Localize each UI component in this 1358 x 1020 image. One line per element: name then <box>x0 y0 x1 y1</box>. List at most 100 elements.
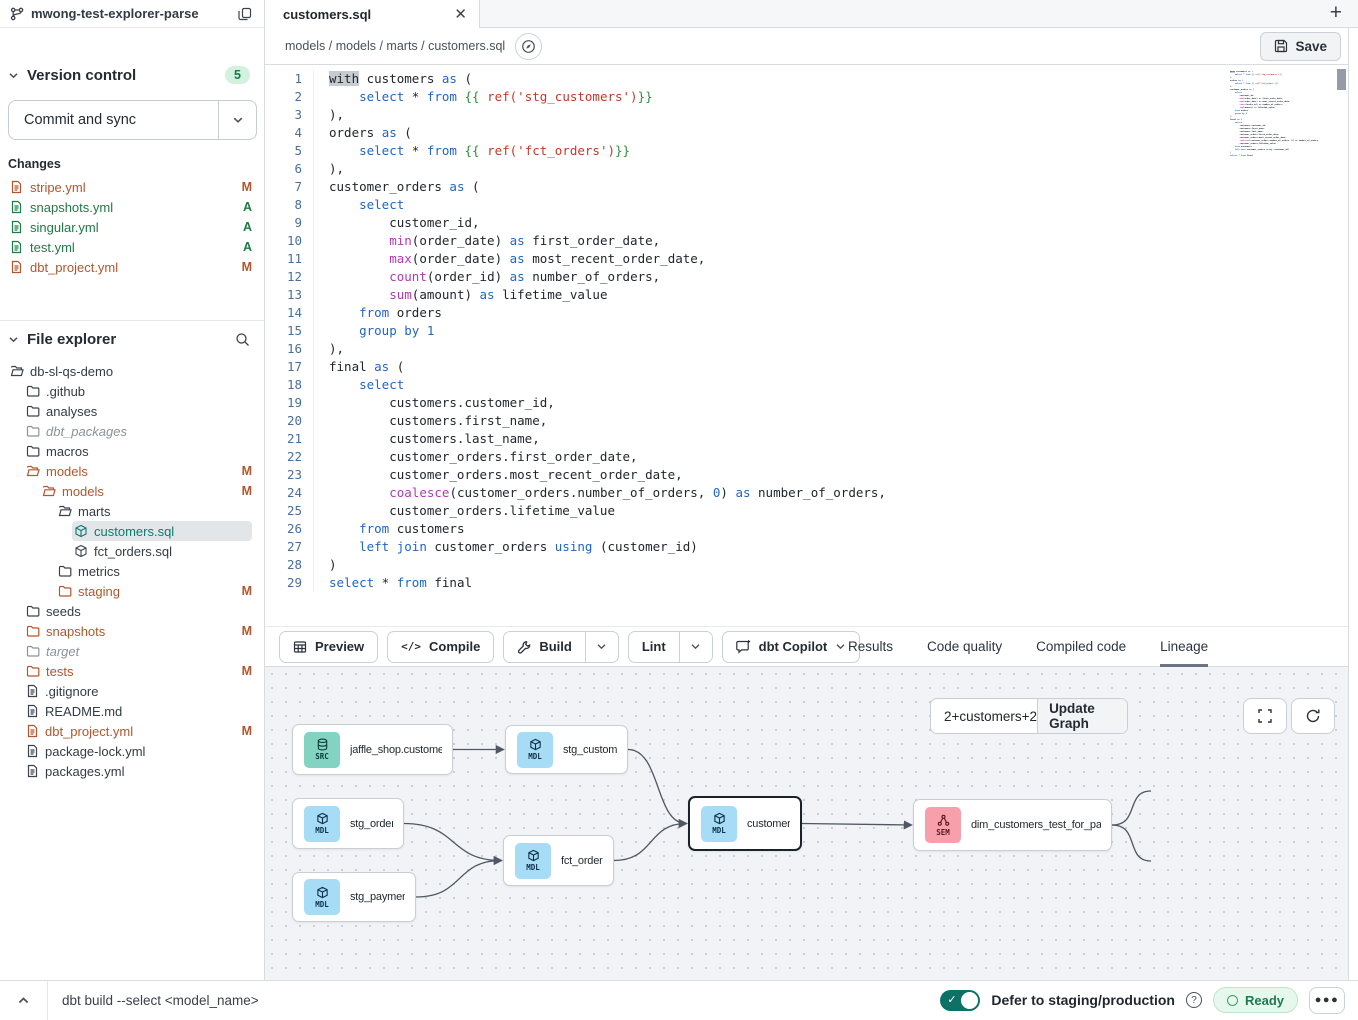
collapse-panel-button[interactable] <box>0 981 48 1020</box>
editor-scrollbar[interactable] <box>1337 69 1346 90</box>
tree-item-customers-sql[interactable]: customers.sql <box>0 521 264 541</box>
new-tab-button[interactable]: + <box>1330 1 1342 25</box>
code-line[interactable]: customers.first_name, <box>329 412 1218 430</box>
code-line[interactable]: customers.last_name, <box>329 430 1218 448</box>
more-options-button[interactable]: ●●● <box>1309 987 1345 1014</box>
lint-button[interactable]: Lint <box>628 631 713 663</box>
code-line[interactable]: with customers as ( <box>329 70 1218 88</box>
version-control-header[interactable]: Version control 5 <box>0 60 264 90</box>
build-button[interactable]: Build <box>503 631 619 663</box>
tree-item-db-sl-qs-demo[interactable]: db-sl-qs-demo <box>0 361 264 381</box>
change-row[interactable]: test.yml A <box>0 237 264 257</box>
minimap[interactable]: with customers as ( select * from {{ ref… <box>1230 71 1340 161</box>
compile-button[interactable]: </> Compile <box>387 631 494 663</box>
tree-item-macros[interactable]: macros <box>0 441 264 461</box>
lineage-node-dim-customers-test-for-parse[interactable]: SEM dim_customers_test_for_parse <box>913 799 1112 851</box>
code-editor[interactable]: 1234567891011121314151617181920212223242… <box>265 66 1348 615</box>
code-line[interactable]: customer_orders.first_order_date, <box>329 448 1218 466</box>
code-line[interactable]: group by 1 <box>329 322 1218 340</box>
ready-status-badge[interactable]: Ready <box>1213 987 1298 1013</box>
code-line[interactable]: from orders <box>329 304 1218 322</box>
code-line[interactable]: max(order_date) as most_recent_order_dat… <box>329 250 1218 268</box>
build-options-segment[interactable] <box>585 632 618 662</box>
lineage-node-fct-orders[interactable]: MDL fct_orders <box>503 835 614 886</box>
tab-lineage[interactable]: Lineage <box>1160 626 1208 667</box>
update-graph-button[interactable]: Update Graph <box>1037 699 1127 733</box>
tree-item-analyses[interactable]: analyses <box>0 401 264 421</box>
tree-item-models[interactable]: modelsM <box>0 481 264 501</box>
tab-customers-sql[interactable]: customers.sql ✕ <box>265 0 480 28</box>
tab-compiled-code[interactable]: Compiled code <box>1036 626 1126 667</box>
code-line[interactable]: left join customer_orders using (custome… <box>329 538 1218 556</box>
lineage-selector-value[interactable]: 2+customers+2 <box>931 699 1037 733</box>
close-icon[interactable]: ✕ <box>454 7 467 22</box>
tab-results[interactable]: Results <box>848 626 893 667</box>
tree-item-seeds[interactable]: seeds <box>0 601 264 621</box>
tree-item-staging[interactable]: stagingM <box>0 581 264 601</box>
lineage-node-jaffle-shop-customers[interactable]: SRC jaffle_shop.customers <box>292 724 453 775</box>
dbt-copilot-button[interactable]: dbt Copilot <box>722 631 861 663</box>
tree-item-dbt-packages[interactable]: dbt_packages <box>0 421 264 441</box>
code-line[interactable]: ) <box>329 556 1218 574</box>
change-row[interactable]: dbt_project.yml M <box>0 257 264 277</box>
help-icon[interactable]: ? <box>1186 992 1202 1008</box>
code-line[interactable]: select <box>329 196 1218 214</box>
lineage-selector[interactable]: 2+customers+2 Update Graph <box>930 698 1128 734</box>
lint-options-segment[interactable] <box>679 632 712 662</box>
code-line[interactable]: orders as ( <box>329 124 1218 142</box>
change-row[interactable]: snapshots.yml A <box>0 197 264 217</box>
code-line[interactable]: customer_orders.lifetime_value <box>329 502 1218 520</box>
code-line[interactable]: select <box>329 376 1218 394</box>
tree-item-dbt-project-yml[interactable]: dbt_project.ymlM <box>0 721 264 741</box>
code-line[interactable]: ), <box>329 106 1218 124</box>
code-line[interactable]: customer_id, <box>329 214 1218 232</box>
code-line[interactable]: final as ( <box>329 358 1218 376</box>
lineage-node-stg-orders[interactable]: MDL stg_orders <box>292 798 404 849</box>
tree-item-models[interactable]: modelsM <box>0 461 264 481</box>
defer-toggle[interactable]: ✓ <box>940 990 980 1011</box>
tree-item-snapshots[interactable]: snapshotsM <box>0 621 264 641</box>
change-row[interactable]: singular.yml A <box>0 217 264 237</box>
code-line[interactable]: select * from final <box>329 574 1218 592</box>
tree-item-fct-orders-sql[interactable]: fct_orders.sql <box>0 541 264 561</box>
commit-and-sync-button[interactable]: Commit and sync <box>8 100 257 140</box>
file-explorer-header[interactable]: File explorer <box>0 323 264 355</box>
lineage-node-stg-customers[interactable]: MDL stg_customers <box>505 725 628 774</box>
commit-options-segment[interactable] <box>218 101 256 139</box>
compass-icon[interactable] <box>515 33 542 60</box>
tree-item-package-lock-yml[interactable]: package-lock.yml <box>0 741 264 761</box>
code-line[interactable]: coalesce(customer_orders.number_of_order… <box>329 484 1218 502</box>
lineage-node-stg-payments[interactable]: MDL stg_payments <box>292 872 416 922</box>
fullscreen-button[interactable] <box>1243 698 1287 734</box>
code-line[interactable]: count(order_id) as number_of_orders, <box>329 268 1218 286</box>
tree-item--gitignore[interactable]: .gitignore <box>0 681 264 701</box>
tree-item-tests[interactable]: testsM <box>0 661 264 681</box>
tree-item-metrics[interactable]: metrics <box>0 561 264 581</box>
tab-code-quality[interactable]: Code quality <box>927 626 1002 667</box>
code-line[interactable]: select * from {{ ref('stg_customers')}} <box>329 88 1218 106</box>
save-button[interactable]: Save <box>1260 32 1341 61</box>
code-line[interactable]: min(order_date) as first_order_date, <box>329 232 1218 250</box>
tree-item-packages-yml[interactable]: packages.yml <box>0 761 264 781</box>
command-input[interactable]: dbt build --select <model_name> <box>62 993 940 1008</box>
refresh-graph-button[interactable] <box>1291 698 1335 734</box>
search-icon[interactable] <box>235 332 250 347</box>
tree-item-marts[interactable]: marts <box>0 501 264 521</box>
lineage-node-customers[interactable]: MDL customers <box>688 796 802 851</box>
tree-item--github[interactable]: .github <box>0 381 264 401</box>
code-line[interactable]: sum(amount) as lifetime_value <box>329 286 1218 304</box>
code-line[interactable]: customer_orders as ( <box>329 178 1218 196</box>
code-line[interactable]: customer_orders.most_recent_order_date, <box>329 466 1218 484</box>
code-line[interactable]: customers.customer_id, <box>329 394 1218 412</box>
preview-button[interactable]: Preview <box>279 631 378 663</box>
window-scrollbar-track[interactable] <box>1348 28 1358 980</box>
lineage-panel[interactable]: SRC jaffle_shop.customers MDL stg_custome… <box>265 667 1348 980</box>
copy-icon[interactable] <box>238 7 252 21</box>
tree-item-target[interactable]: target <box>0 641 264 661</box>
code-line[interactable]: from customers <box>329 520 1218 538</box>
change-row[interactable]: stripe.yml M <box>0 177 264 197</box>
code-line[interactable]: ), <box>329 340 1218 358</box>
tree-item-readme-md[interactable]: README.md <box>0 701 264 721</box>
code-line[interactable]: select * from {{ ref('fct_orders')}} <box>329 142 1218 160</box>
code-line[interactable]: ), <box>329 160 1218 178</box>
